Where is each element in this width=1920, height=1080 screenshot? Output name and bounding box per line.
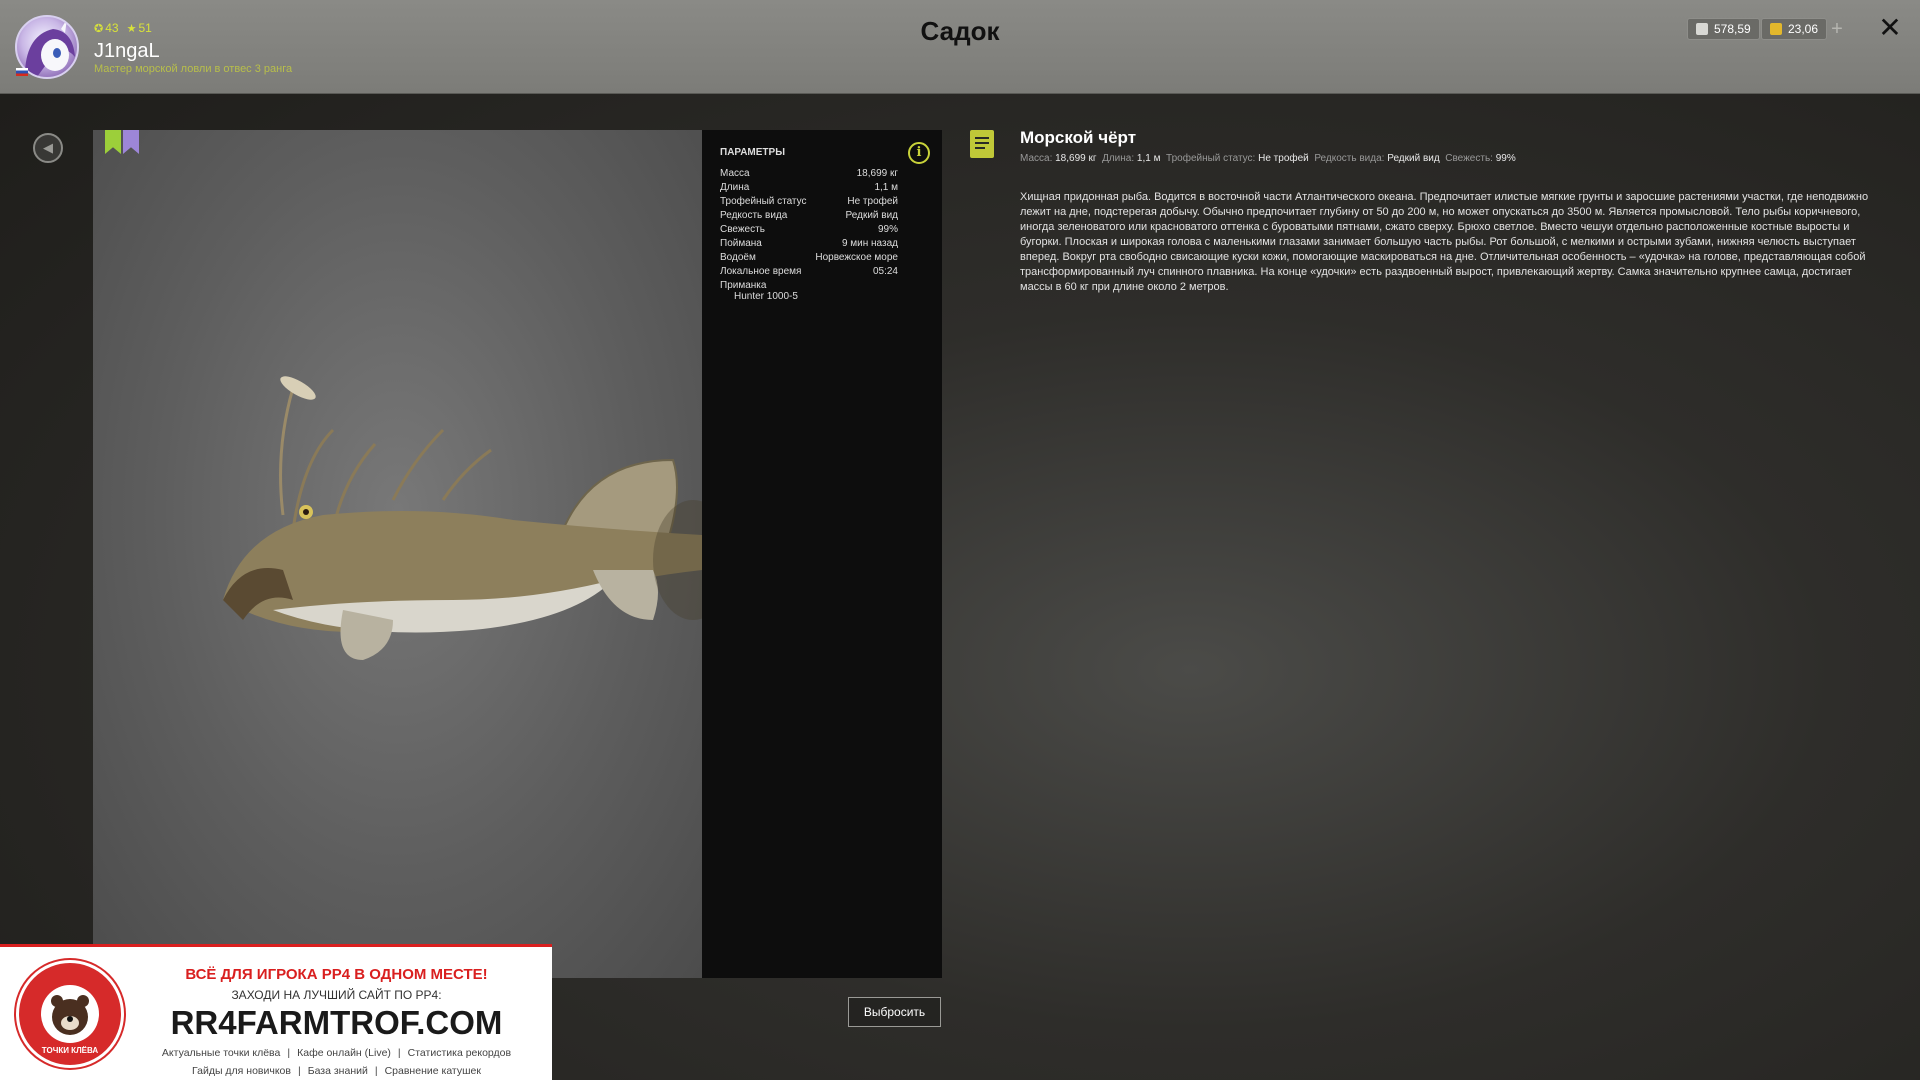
param-value: Редкий вид <box>845 210 898 221</box>
ad-subline: ЗАХОДИ НА ЛУЧШИЙ САЙТ ПО РР4: <box>231 988 442 1002</box>
page-title: Садок <box>920 16 1000 46</box>
silver-currency[interactable]: 578,59 <box>1687 18 1760 40</box>
param-value: 18,699 кг <box>856 168 898 179</box>
ad-banner[interactable]: ТОЧКИ КЛЁВА ВСЁ ДЛЯ ИГРОКА РР4 В ОДНОМ М… <box>0 944 552 1080</box>
param-row: Трофейный статус Не трофей <box>720 196 898 207</box>
meta-value: 18,699 кг <box>1055 153 1097 164</box>
meta-value: Редкий вид <box>1387 153 1440 164</box>
param-row: Свежесть 99% <box>720 224 898 235</box>
param-row: Поймана 9 мин назад <box>720 238 898 249</box>
meta-label: Редкость вида: <box>1314 153 1385 164</box>
silver-amount: 578,59 <box>1714 22 1751 36</box>
fish-description: Хищная придонная рыба. Водится в восточн… <box>1020 191 1869 293</box>
top-bar: ✪ 43 ★ 51 J1ngaL Мастер морской ловли в от… <box>0 0 1920 94</box>
meta-label: Трофейный статус: <box>1166 153 1256 164</box>
param-row: Приманка <box>720 280 898 291</box>
meta-label: Масса: <box>1020 153 1053 164</box>
param-label: Водоём <box>720 252 756 263</box>
param-label: Приманка <box>720 280 767 291</box>
back-arrow-icon: ◀ <box>43 140 53 155</box>
fish-params-panel: ПАРАМЕТРЫ i Масса 18,699 кг Длина 1,1 м … <box>702 130 942 978</box>
ad-logo: ТОЧКИ КЛЁВА <box>16 960 124 1068</box>
param-row: Локальное время 05:24 <box>720 266 898 277</box>
param-label: Поймана <box>720 238 762 249</box>
meta-value: 99% <box>1495 153 1516 164</box>
param-label: Локальное время <box>720 266 802 277</box>
gold-amount: 23,06 <box>1788 22 1819 36</box>
param-value: Норвежское море <box>815 252 898 263</box>
params-title: ПАРАМЕТРЫ <box>720 147 785 158</box>
ad-logo-text: ТОЧКИ КЛЁВА <box>41 1046 99 1055</box>
bait-name: Hunter 1000-5 <box>734 291 798 302</box>
ad-links-row: Актуальные точки клёва | Кафе онлайн (Live… <box>161 1047 512 1059</box>
anglerfish-model-icon <box>223 376 702 660</box>
silver-coin-icon <box>1696 23 1708 35</box>
param-label: Длина <box>720 182 750 193</box>
param-value: 99% <box>877 224 898 235</box>
param-label: Масса <box>720 168 750 179</box>
gold-currency[interactable]: 23,06 <box>1761 18 1828 40</box>
player-rank-title: Мастер морской ловли в отвес 3 ранга <box>94 63 293 75</box>
fish-meta: Масса: 18,699 кг Длина: 1,1 м Трофейный … <box>1020 153 1516 164</box>
fish-3d-viewport[interactable] <box>93 130 702 978</box>
meta-label: Свежесть: <box>1445 153 1493 164</box>
param-value: 1,1 м <box>874 182 898 193</box>
ad-link[interactable]: База знаний <box>308 1065 368 1077</box>
ad-link[interactable]: Статистика рекордов <box>408 1047 511 1059</box>
ad-headline: ВСЁ ДЛЯ ИГРОКА РР4 В ОДНОМ МЕСТЕ! <box>185 966 488 983</box>
ad-link[interactable]: Кафе онлайн (Live) <box>297 1047 391 1059</box>
ad-site-url[interactable]: RR4FARMTROF.COM <box>135 1004 538 1042</box>
close-button[interactable]: ✕ <box>1875 13 1905 43</box>
param-label: Свежесть <box>720 224 765 235</box>
param-row: Водоём Норвежское море <box>720 252 898 263</box>
ad-link[interactable]: Сравнение катушек <box>385 1065 481 1077</box>
info-icon[interactable]: i <box>908 142 930 164</box>
ad-link[interactable]: Гайды для новичков <box>192 1065 291 1077</box>
fish-name: Морской чёрт <box>1020 128 1137 147</box>
add-currency-button[interactable]: + <box>1826 18 1848 40</box>
meta-value: Не трофей <box>1258 153 1309 164</box>
country-flag-icon <box>16 68 28 76</box>
meta-value: 1,1 м <box>1136 153 1161 164</box>
param-label: Редкость вида <box>720 210 788 221</box>
param-row: Редкость вида Редкий вид <box>720 210 898 221</box>
notes-icon <box>970 130 994 158</box>
bear-icon <box>41 985 99 1043</box>
discard-button[interactable]: Выбросить <box>848 997 941 1027</box>
param-value: 05:24 <box>872 266 898 277</box>
param-row: Длина 1,1 м <box>720 182 898 193</box>
gold-coin-icon <box>1770 23 1782 35</box>
param-row: Масса 18,699 кг <box>720 168 898 179</box>
param-value: 9 мин назад <box>841 238 898 249</box>
meta-label: Длина: <box>1102 153 1135 164</box>
ad-links-row: Гайды для новичков | База знаний | Сравнение… <box>192 1065 481 1077</box>
back-button[interactable]: ◀ <box>33 133 63 163</box>
param-label: Трофейный статус <box>720 196 807 207</box>
ad-link[interactable]: Актуальные точки клёва <box>162 1047 280 1059</box>
param-value: Не трофей <box>847 196 898 207</box>
